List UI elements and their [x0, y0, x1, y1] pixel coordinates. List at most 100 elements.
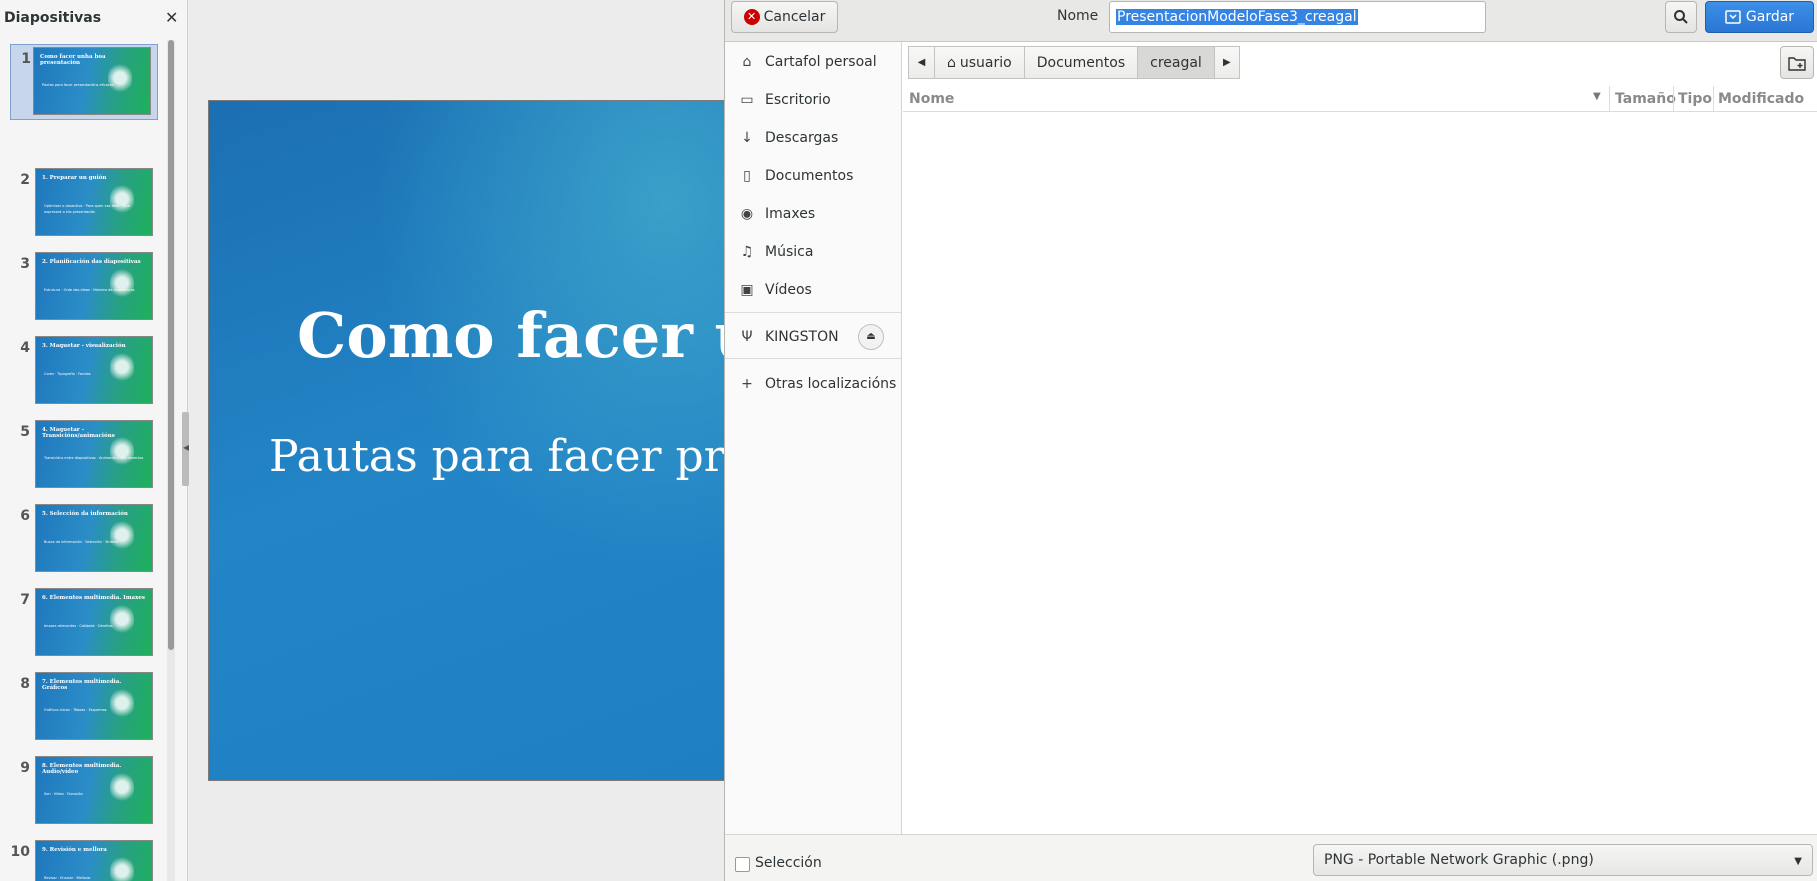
slide-preview-title: 8. Elementos multimedia. Audio/vídeo	[42, 763, 122, 775]
sidebar-item-label: Otras localizacións	[765, 376, 897, 392]
path-crumb-label: Documentos	[1036, 54, 1126, 71]
flower-image	[110, 687, 134, 719]
sidebar-item-imaxes[interactable]: ◉ Imaxes	[725, 198, 902, 230]
filename-value[interactable]: PresentacionModeloFase3_creagal	[1116, 9, 1358, 25]
flower-image	[110, 267, 134, 299]
slides-scrollbar[interactable]	[167, 40, 175, 881]
slide-preview[interactable]: 3. Maquetar - visualización Cores · Tipog…	[35, 336, 153, 404]
slide-preview-title: 9. Revisión e mellora	[42, 847, 107, 853]
new-folder-icon	[1788, 56, 1806, 71]
slide-preview-title: 1. Preparar un guión	[42, 175, 107, 181]
download-icon: ↓	[741, 130, 753, 146]
slide-preview-title: 2. Planificación das diapositivas	[42, 259, 141, 265]
column-type[interactable]: Tipo	[1678, 91, 1712, 107]
filename-label: Nome	[1057, 8, 1099, 24]
slide-preview-title: Como facer unha boa presentación	[40, 54, 106, 66]
slide-number: 2	[20, 172, 30, 188]
search-button[interactable]	[1665, 1, 1697, 33]
sidebar-item-label: Escritorio	[765, 92, 831, 108]
slide-thumbnail[interactable]: 5 4. Maquetar - Transicións/animacións Tra…	[0, 418, 170, 502]
slide-subtitle[interactable]: Pautas para facer presentacións eficaces	[269, 431, 747, 482]
sidebar-item-otras-localizacións[interactable]: + Otras localizacións	[725, 368, 902, 400]
current-slide[interactable]: Como facer unha boa presentación Pautas …	[208, 100, 748, 781]
path-crumb-current[interactable]: creagal	[1137, 46, 1214, 79]
cancel-label: Cancelar	[763, 9, 826, 25]
column-size[interactable]: Tamaño	[1615, 91, 1676, 107]
slide-thumbnail[interactable]: 8 7. Elementos multimedia. Gráficos Gráfic…	[0, 670, 170, 754]
video-icon: ▣	[740, 282, 754, 298]
sidebar-item-label: KINGSTON	[765, 329, 839, 345]
flower-image	[110, 519, 134, 551]
plus-icon: +	[741, 376, 753, 392]
slide-thumbnail[interactable]: 9 8. Elementos multimedia. Audio/vídeo Son…	[0, 754, 170, 838]
flower-image	[110, 603, 134, 635]
sidebar-item-documentos[interactable]: ▯ Documentos	[725, 160, 902, 192]
column-modified[interactable]: Modificado	[1718, 91, 1804, 107]
slide-preview[interactable]: 1. Preparar un guión Optimizar o obxectiv…	[35, 168, 153, 236]
column-divider	[1609, 86, 1610, 112]
slide-thumbnail[interactable]: 1 Como facer unha boa presentación Pautas …	[10, 44, 158, 120]
path-crumb-label: usuario	[959, 54, 1012, 71]
path-back-arrow-icon[interactable]: ◀	[908, 46, 934, 79]
save-icon	[1725, 10, 1741, 24]
slide-preview[interactable]: 4. Maquetar - Transicións/animacións Tran…	[35, 420, 153, 488]
sidebar-item-vídeos[interactable]: ▣ Vídeos	[725, 274, 902, 306]
eject-icon[interactable]: ⏏	[858, 324, 884, 350]
slide-title[interactable]: Como facer unha boa presentación	[297, 299, 747, 372]
sidebar-item-label: Música	[765, 244, 814, 260]
slide-number: 5	[20, 424, 30, 440]
cancel-button[interactable]: ✕ Cancelar	[731, 1, 838, 33]
slides-pane: Diapositivas ✕ 1 Como facer unha boa pres…	[0, 0, 188, 881]
scrollbar-thumb[interactable]	[168, 40, 174, 650]
filename-input[interactable]: PresentacionModeloFase3_creagal	[1109, 1, 1486, 33]
slide-preview[interactable]: 8. Elementos multimedia. Audio/vídeo Son …	[35, 756, 153, 824]
slide-thumbnail[interactable]: 4 3. Maquetar - visualización Cores · Tipo…	[0, 334, 170, 418]
column-name[interactable]: Nome	[909, 91, 954, 107]
slide-thumbnail[interactable]: 7 6. Elementos multimedia. Imaxes Imaxes r…	[0, 586, 170, 670]
slide-preview[interactable]: 6. Elementos multimedia. Imaxes Imaxes re…	[35, 588, 153, 656]
sidebar-item-escritorio[interactable]: ▭ Escritorio	[725, 84, 902, 116]
sidebar-item-cartafol-persoal[interactable]: ⌂ Cartafol persoal	[725, 46, 902, 78]
slide-thumbnail-list: 1 Como facer unha boa presentación Pautas …	[0, 40, 176, 881]
slide-thumbnail[interactable]: 3 2. Planificación das diapositivas Estrut…	[0, 250, 170, 334]
usb-icon: Ψ	[741, 329, 753, 345]
flower-image	[110, 183, 134, 215]
music-icon: ♫	[740, 244, 754, 260]
file-list[interactable]	[903, 113, 1817, 833]
sidebar-item-música[interactable]: ♫ Música	[725, 236, 902, 268]
slide-preview[interactable]: 2. Planificación das diapositivas Estrutu…	[35, 252, 153, 320]
selection-checkbox[interactable]	[735, 857, 750, 872]
flower-image	[110, 771, 134, 803]
slide-number: 6	[20, 508, 30, 524]
save-button[interactable]: Gardar	[1705, 1, 1814, 33]
slide-thumbnail[interactable]: 6 5. Selección da información Busca da inf…	[0, 502, 170, 586]
slide-number: 1	[21, 51, 31, 67]
path-bar: ◀ ⌂ usuario Documentos creagal ▶	[908, 46, 1240, 79]
sidebar-item-descargas[interactable]: ↓ Descargas	[725, 122, 902, 154]
places-sidebar: ⌂ Cartafol persoal ▭ Escritorio ↓ Descargas ▯ D…	[725, 42, 902, 834]
pane-splitter[interactable]: ◀	[182, 412, 189, 486]
file-list-header: Nome ▼ Tamaño Tipo Modificado	[903, 86, 1817, 112]
close-icon[interactable]: ✕	[165, 8, 178, 27]
slide-thumbnail[interactable]: 2 1. Preparar un guión Optimizar o obxecti…	[0, 166, 170, 250]
path-crumb-documentos[interactable]: Documentos	[1023, 46, 1138, 79]
sidebar-divider	[725, 312, 902, 313]
slide-canvas: Como facer unha boa presentación Pautas …	[189, 0, 748, 881]
slide-preview[interactable]: Como facer unha boa presentación Pautas p…	[33, 47, 151, 115]
sidebar-item-label: Descargas	[765, 130, 839, 146]
slide-number: 3	[20, 256, 30, 272]
new-folder-button[interactable]	[1780, 46, 1814, 79]
path-forward-arrow-icon[interactable]: ▶	[1213, 46, 1240, 79]
slide-number: 8	[20, 676, 30, 692]
flower-image	[110, 351, 134, 383]
path-crumb-home[interactable]: ⌂ usuario	[934, 46, 1024, 79]
slide-thumbnail[interactable]: 10 9. Revisión e mellora Revisar · Ensaiar…	[0, 838, 170, 881]
sidebar-item-label: Imaxes	[765, 206, 816, 222]
slide-preview-title: 5. Selección da información	[42, 511, 128, 517]
slide-preview[interactable]: 9. Revisión e mellora Revisar · Ensaiar ·…	[35, 840, 153, 881]
sort-descending-icon[interactable]: ▼	[1593, 91, 1601, 102]
slide-preview[interactable]: 5. Selección da información Busca da info…	[35, 504, 153, 572]
slide-preview[interactable]: 7. Elementos multimedia. Gráficos Gráfico…	[35, 672, 153, 740]
column-divider	[1673, 86, 1674, 112]
file-type-dropdown[interactable]: PNG - Portable Network Graphic (.png) ▼	[1313, 844, 1813, 876]
